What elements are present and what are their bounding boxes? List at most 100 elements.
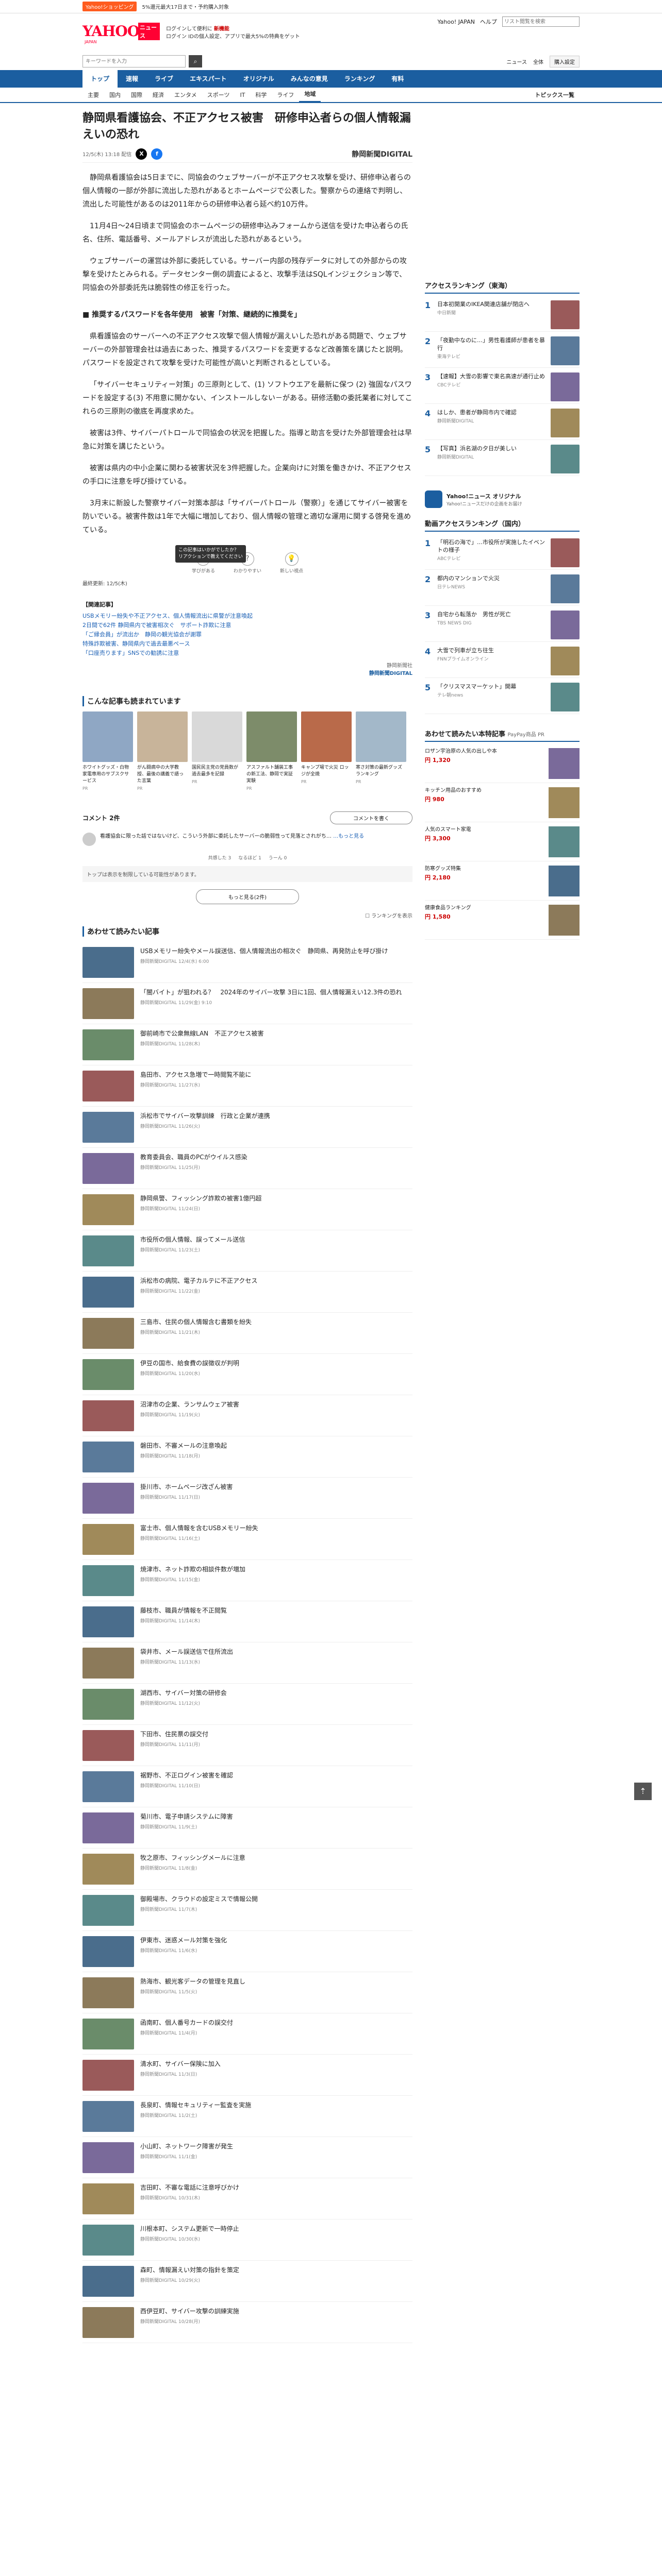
ranking-item[interactable]: 5 「クリスマスマーケット」開幕 テレ朝news (425, 678, 580, 714)
ranking-item[interactable]: 3 自宅から転落か 男性が死亡 TBS NEWS DIG (425, 606, 580, 642)
nav-expert[interactable]: エキスパート (181, 70, 235, 88)
ad-item[interactable]: ロザン宇治原の人気の出しや本円 1,320 (425, 744, 580, 783)
related-item[interactable]: 裾野市、不正ログイン被害を確認 静岡新聞DIGITAL 11/10(日) (82, 1766, 412, 1807)
nav-ranking[interactable]: ランキング (336, 70, 384, 88)
cat-life[interactable]: ライフ (272, 91, 299, 99)
related-item[interactable]: 小山町、ネットワーク障害が発生 静岡新聞DIGITAL 11/1(金) (82, 2137, 412, 2178)
cat-local[interactable]: 地域 (299, 88, 321, 103)
ad-item[interactable]: 人気のスマート家電円 3,300 (425, 822, 580, 861)
related-item[interactable]: 川根本町、システム更新で一時停止 静岡新聞DIGITAL 10/30(水) (82, 2219, 412, 2261)
more-comments-button[interactable]: もっと見る(2件) (196, 889, 299, 904)
header-promo[interactable]: ログインして便利に 新機能 ログイン IDの個人設定、アプリで最大5%の特典をゲ… (166, 25, 300, 41)
nav-paid[interactable]: 有料 (383, 70, 412, 88)
related-item[interactable]: 御殿場市、クラウドの設定ミスで情報公開 静岡新聞DIGITAL 11/7(木) (82, 1890, 412, 1931)
nav-opinion[interactable]: みんなの意見 (283, 70, 336, 88)
recommend-card[interactable]: ホワイトグッズ・白物家電専用のサブスクサービス PR (82, 711, 133, 791)
cat-intl[interactable]: 国際 (126, 91, 147, 99)
ranking-item[interactable]: 4 大雪で列車が立ち往生 FNNプライムオンライン (425, 642, 580, 678)
hmm-button[interactable]: うーん 0 (269, 854, 287, 861)
cat-entertain[interactable]: エンタメ (169, 91, 202, 99)
related-item[interactable]: 牧之原市、フィッシングメールに注意 静岡新聞DIGITAL 11/8(金) (82, 1849, 412, 1890)
recommend-card[interactable]: キャンプ場で火災 ロッジが全焼 PR (301, 711, 352, 791)
ranking-item[interactable]: 1 「明石の海で」…市役所が実施したイベントの様子 ABCテレビ (425, 534, 580, 570)
related-item[interactable]: 函南町、個人番号カードの誤交付 静岡新聞DIGITAL 11/4(月) (82, 2013, 412, 2055)
share-facebook-icon[interactable]: f (151, 148, 163, 160)
ranking-item[interactable]: 4 はしか、患者が静岡市内で確認 静岡新聞DIGITAL (425, 404, 580, 440)
related-item[interactable]: 湖西市、サイバー対策の研修会 静岡新聞DIGITAL 11/12(火) (82, 1684, 412, 1725)
related-item[interactable]: 島田市、アクセス急増で一時閲覧不能に 静岡新聞DIGITAL 11/27(水) (82, 1065, 412, 1107)
ranking-item[interactable]: 2 都内のマンションで火災 日テレNEWS (425, 570, 580, 606)
cat-economy[interactable]: 経済 (147, 91, 169, 99)
related-item[interactable]: 教育委員会、職員のPCがウイルス感染 静岡新聞DIGITAL 11/25(月) (82, 1148, 412, 1189)
shopping-badge[interactable]: Yahoo!ショッピング (82, 2, 137, 11)
related-item[interactable]: 富士市、個人情報を含むUSBメモリー紛失 静岡新聞DIGITAL 11/16(土) (82, 1519, 412, 1560)
ad-item[interactable]: 防寒グッズ特集円 2,180 (425, 861, 580, 901)
related-item[interactable]: 菊川市、電子申請システムに障害 静岡新聞DIGITAL 11/9(土) (82, 1807, 412, 1849)
nav-live[interactable]: ライブ (146, 70, 181, 88)
article-source[interactable]: 静岡新聞DIGITAL (352, 149, 412, 159)
yahoo-logo[interactable]: YAHOO! ニュース JAPAN (82, 22, 160, 44)
related-link[interactable]: 「ご縁会員」が流出か 静岡の観光協会が謝罪 (82, 631, 202, 638)
related-item[interactable]: 静岡県警、フィッシング詐欺の被害1億円超 静岡新聞DIGITAL 11/24(日) (82, 1189, 412, 1230)
ad-item[interactable]: 健康食品ランキング円 1,580 (425, 901, 580, 940)
ranking-checkbox[interactable]: ☐ ランキングを表示 (82, 911, 412, 919)
cat-it[interactable]: IT (235, 92, 250, 98)
empathy-button[interactable]: 共感した 3 (208, 854, 231, 861)
related-item[interactable]: 長泉町、情報セキュリティー監査を実施 静岡新聞DIGITAL 11/2(土) (82, 2096, 412, 2137)
related-item[interactable]: 袋井市、メール誤送信で住所流出 静岡新聞DIGITAL 11/13(水) (82, 1642, 412, 1684)
related-item[interactable]: 御前崎市で公衆無線LAN 不正アクセス被害 静岡新聞DIGITAL 11/28(木… (82, 1024, 412, 1065)
related-item[interactable]: 伊東市、迷惑メール対策を強化 静岡新聞DIGITAL 11/6(水) (82, 1931, 412, 1972)
ranking-item[interactable]: 1 日本初開業のIKEA関連店舗が閉店へ 中日新聞 (425, 296, 580, 332)
related-item[interactable]: 「闇バイト」が狙われる？ 2024年のサイバー攻撃 3日に1回、個人情報漏えい1… (82, 983, 412, 1024)
yahoo-japan-link[interactable]: Yahoo! JAPAN (437, 19, 475, 25)
back-to-top-button[interactable]: ⇡ (634, 1783, 652, 1800)
related-link[interactable]: 特殊詐欺被害、静岡県内で過去最悪ペース (82, 640, 190, 647)
ranking-item[interactable]: 3 【速報】大雪の影響で東名高速が通行止め CBCテレビ (425, 368, 580, 404)
cat-main[interactable]: 主要 (82, 91, 104, 99)
related-item[interactable]: 下田市、住民票の誤交付 静岡新聞DIGITAL 11/11(月) (82, 1725, 412, 1766)
share-x-icon[interactable]: X (136, 148, 147, 160)
recommend-card[interactable]: 寒さ対策の最新グッズランキング PR (356, 711, 406, 791)
nav-top[interactable]: トップ (82, 70, 118, 88)
related-item[interactable]: 吉田町、不審な電話に注意呼びかけ 静岡新聞DIGITAL 10/31(木) (82, 2178, 412, 2219)
related-item[interactable]: 三島市、住民の個人情報含む書類を紛失 静岡新聞DIGITAL 11/21(木) (82, 1313, 412, 1354)
related-item[interactable]: 西伊豆町、サイバー攻撃の訓練実施 静岡新聞DIGITAL 10/28(月) (82, 2302, 412, 2343)
original-banner[interactable]: Yahoo!ニュース オリジナル Yahoo!ニュースだけの企画をお届け (425, 490, 580, 508)
related-link[interactable]: 「口座売ります」SNSでの勧誘に注意 (82, 650, 179, 656)
recommend-card[interactable]: アスファルト舗装工事の新工法、静岡で実証実験 PR (246, 711, 297, 791)
ad-item[interactable]: キッチン用品のおすすめ円 980 (425, 783, 580, 822)
news-link[interactable]: ニュース (507, 58, 527, 65)
recommend-card[interactable]: がん闘病中の大学教授、最後の講義で語った言葉 PR (137, 711, 188, 791)
ranking-item[interactable]: 2 「夜勤中なのに…」男性看護師が患者を暴行 東海テレビ (425, 332, 580, 368)
comment-more-link[interactable]: …もっと見る (333, 834, 364, 839)
related-item[interactable]: 掛川市、ホームページ改ざん被害 静岡新聞DIGITAL 11/17(日) (82, 1478, 412, 1519)
cat-domestic[interactable]: 国内 (104, 91, 126, 99)
related-item[interactable]: 浜松市でサイバー攻撃訓練 行政と企業が連携 静岡新聞DIGITAL 11/26(火… (82, 1107, 412, 1148)
related-link[interactable]: USBメモリー紛失や不正アクセス、個人情報流出に県警が注意喚起 (82, 613, 253, 619)
topics-list-link[interactable]: トピックス一覧 (529, 91, 580, 99)
related-item[interactable]: 藤枝市、職員が情報を不正閲覧 静岡新聞DIGITAL 11/14(木) (82, 1601, 412, 1642)
nav-original[interactable]: オリジナル (235, 70, 283, 88)
related-item[interactable]: 熱海市、観光客データの管理を見直し 静岡新聞DIGITAL 11/5(火) (82, 1972, 412, 2013)
reaction-new[interactable]: 💡 新しい視点 (280, 552, 303, 574)
related-link[interactable]: 2日間で62件 静岡県内で被害相次ぐ サポート詐欺に注意 (82, 622, 231, 629)
search-button[interactable]: ⌕ (189, 55, 202, 67)
related-item[interactable]: 焼津市、ネット詐欺の相談件数が増加 静岡新聞DIGITAL 11/15(金) (82, 1560, 412, 1601)
cat-science[interactable]: 科学 (250, 91, 272, 99)
top-strip-text[interactable]: 5%還元最大17日まで・予約購入対象 (142, 3, 229, 10)
recommend-card[interactable]: 国民民主党の党員数が過去最多を記録 PR (192, 711, 242, 791)
cat-sports[interactable]: スポーツ (202, 91, 235, 99)
ranking-item[interactable]: 5 【写真】浜名湖の夕日が美しい 静岡新聞DIGITAL (425, 440, 580, 476)
related-item[interactable]: 磐田市、不審メールの注意喚起 静岡新聞DIGITAL 11/18(月) (82, 1436, 412, 1478)
related-item[interactable]: 伊豆の国市、給食費の誤徴収が判明 静岡新聞DIGITAL 11/20(水) (82, 1354, 412, 1395)
related-item[interactable]: 沼津市の企業、ランサムウェア被害 静岡新聞DIGITAL 11/19(火) (82, 1395, 412, 1436)
header-search-input[interactable] (502, 16, 580, 27)
related-item[interactable]: 市役所の個人情報、誤ってメール送信 静岡新聞DIGITAL 11/23(土) (82, 1230, 412, 1272)
write-comment-button[interactable]: コメントを書く (330, 811, 412, 824)
related-item[interactable]: 清水町、サイバー保険に加入 静岡新聞DIGITAL 11/3(日) (82, 2055, 412, 2096)
credit-source[interactable]: 静岡新聞DIGITAL (369, 671, 412, 676)
related-item[interactable]: 浜松市の病院、電子カルテに不正アクセス 静岡新聞DIGITAL 11/22(金) (82, 1272, 412, 1313)
related-item[interactable]: 森町、情報漏えい対策の指針を策定 静岡新聞DIGITAL 10/29(火) (82, 2261, 412, 2302)
help-link[interactable]: ヘルプ (480, 18, 497, 26)
agree-button[interactable]: なるほど 1 (238, 854, 261, 861)
